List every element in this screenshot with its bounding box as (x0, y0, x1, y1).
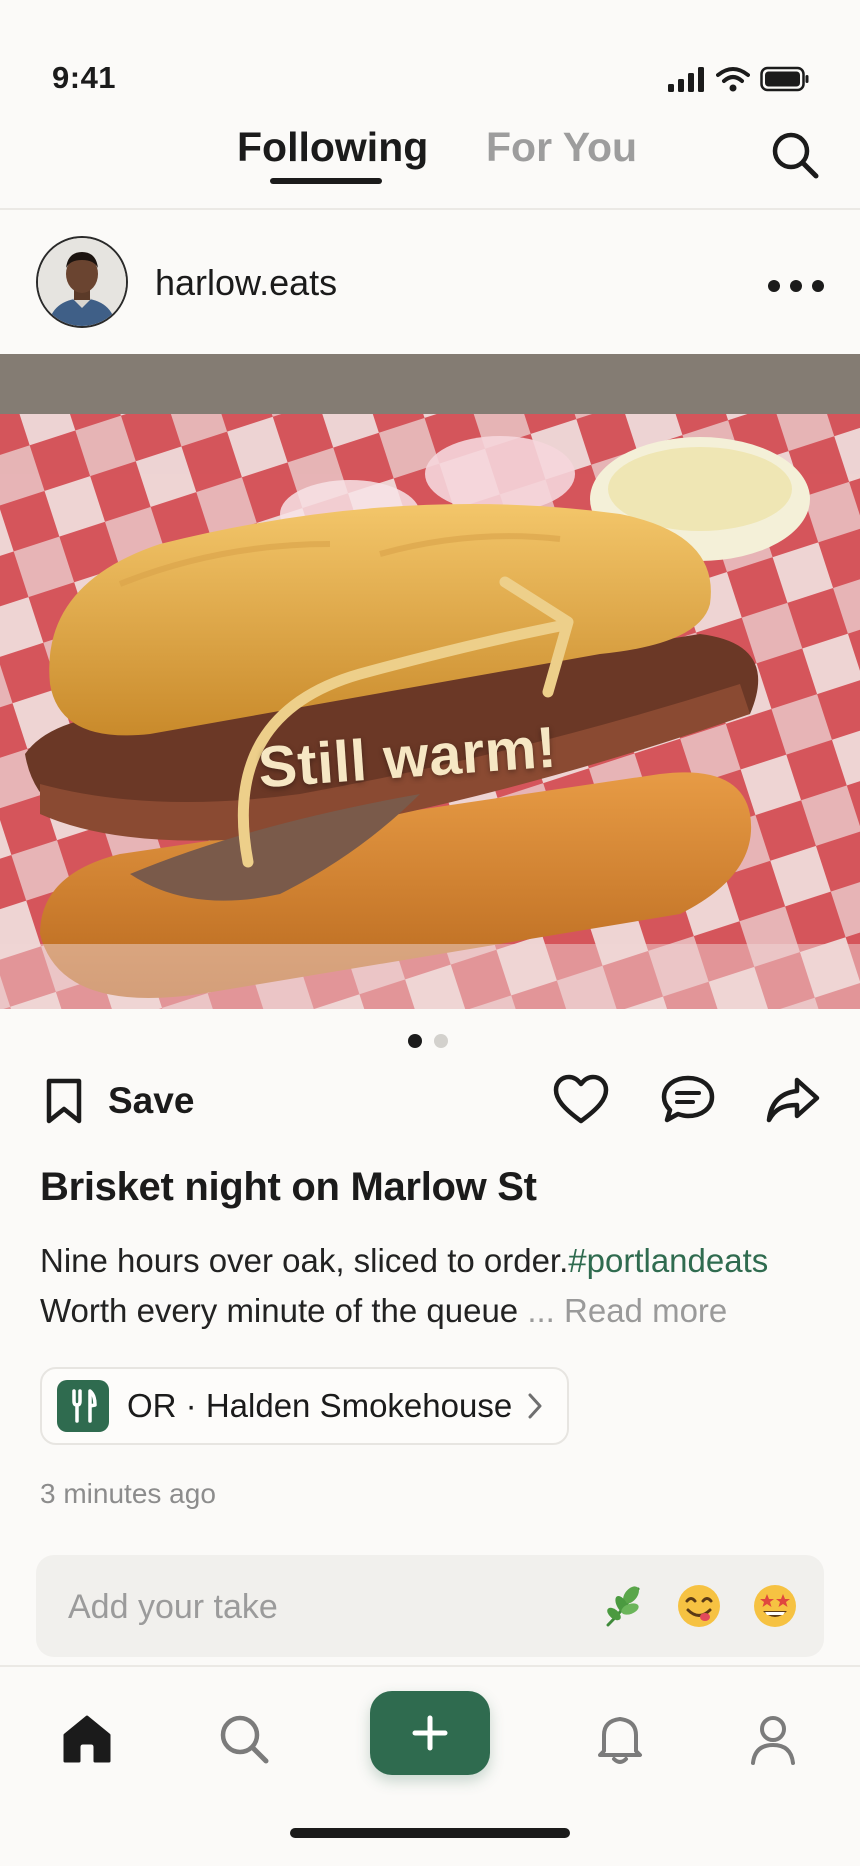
place-chip[interactable]: OR · Halden Smokehouse (40, 1367, 569, 1445)
read-more-link[interactable]: ... Read more (518, 1292, 727, 1329)
wifi-icon (716, 67, 750, 92)
caption-line-1: Nine hours over oak, sliced to order. (40, 1242, 569, 1279)
more-options-button[interactable] (768, 270, 824, 302)
pager-dot-active[interactable] (408, 1034, 422, 1048)
comment-input[interactable] (66, 1555, 590, 1659)
place-name: OR · Halden Smokehouse (127, 1387, 513, 1424)
comment-bar (36, 1555, 824, 1659)
compose-button[interactable] (370, 1691, 490, 1775)
herb-icon[interactable] (598, 1581, 648, 1631)
comment-icon[interactable] (660, 1074, 716, 1126)
post-title: Brisket night on Marlow St (40, 1165, 537, 1209)
save-label: Save (108, 1080, 195, 1121)
star-struck-icon[interactable] (750, 1581, 800, 1631)
more-dot (790, 280, 802, 292)
tab-following[interactable]: Following (237, 124, 428, 171)
bottom-nav (0, 1665, 860, 1866)
share-icon[interactable] (765, 1074, 821, 1126)
chevron-right-icon (528, 1393, 542, 1419)
status-time: 9:41 (52, 60, 117, 95)
hashtag-link[interactable]: #portlandeats (568, 1242, 768, 1279)
cellular-signal-icon (668, 67, 704, 92)
caption-line-2: Worth every minute of the queue (40, 1292, 519, 1329)
search-icon[interactable] (766, 126, 826, 186)
post-timestamp: 3 minutes ago (40, 1478, 216, 1509)
active-tab-indicator (270, 178, 382, 184)
bell-icon[interactable] (588, 1707, 652, 1771)
home-icon[interactable] (55, 1707, 119, 1771)
more-dot (812, 280, 824, 292)
restaurant-icon (57, 1380, 109, 1432)
photo-pager (408, 1034, 448, 1048)
avatar-portrait (38, 238, 126, 326)
status-icons (668, 66, 810, 92)
yum-face-icon[interactable] (674, 1581, 724, 1631)
battery-icon (760, 66, 809, 92)
heart-icon[interactable] (553, 1074, 609, 1126)
avatar[interactable] (36, 236, 128, 328)
post-caption: Nine hours over oak, sliced to order.#po… (40, 1236, 830, 1336)
profile-icon[interactable] (741, 1707, 805, 1771)
post-username[interactable]: harlow.eats (155, 262, 337, 304)
more-dot (768, 280, 780, 292)
header-divider (0, 208, 860, 210)
tab-for-you[interactable]: For You (486, 124, 637, 171)
plus-icon (412, 1715, 448, 1751)
search-icon[interactable] (212, 1707, 276, 1771)
post-photo[interactable]: Still warm! (0, 354, 860, 1009)
brisket-sandwich-photo (0, 354, 860, 1009)
home-indicator (290, 1828, 570, 1838)
feed-tabs: Following For You (0, 118, 860, 208)
pager-dot[interactable] (434, 1034, 448, 1048)
save-button[interactable]: Save (44, 1078, 194, 1124)
bookmark-icon (46, 1078, 82, 1124)
